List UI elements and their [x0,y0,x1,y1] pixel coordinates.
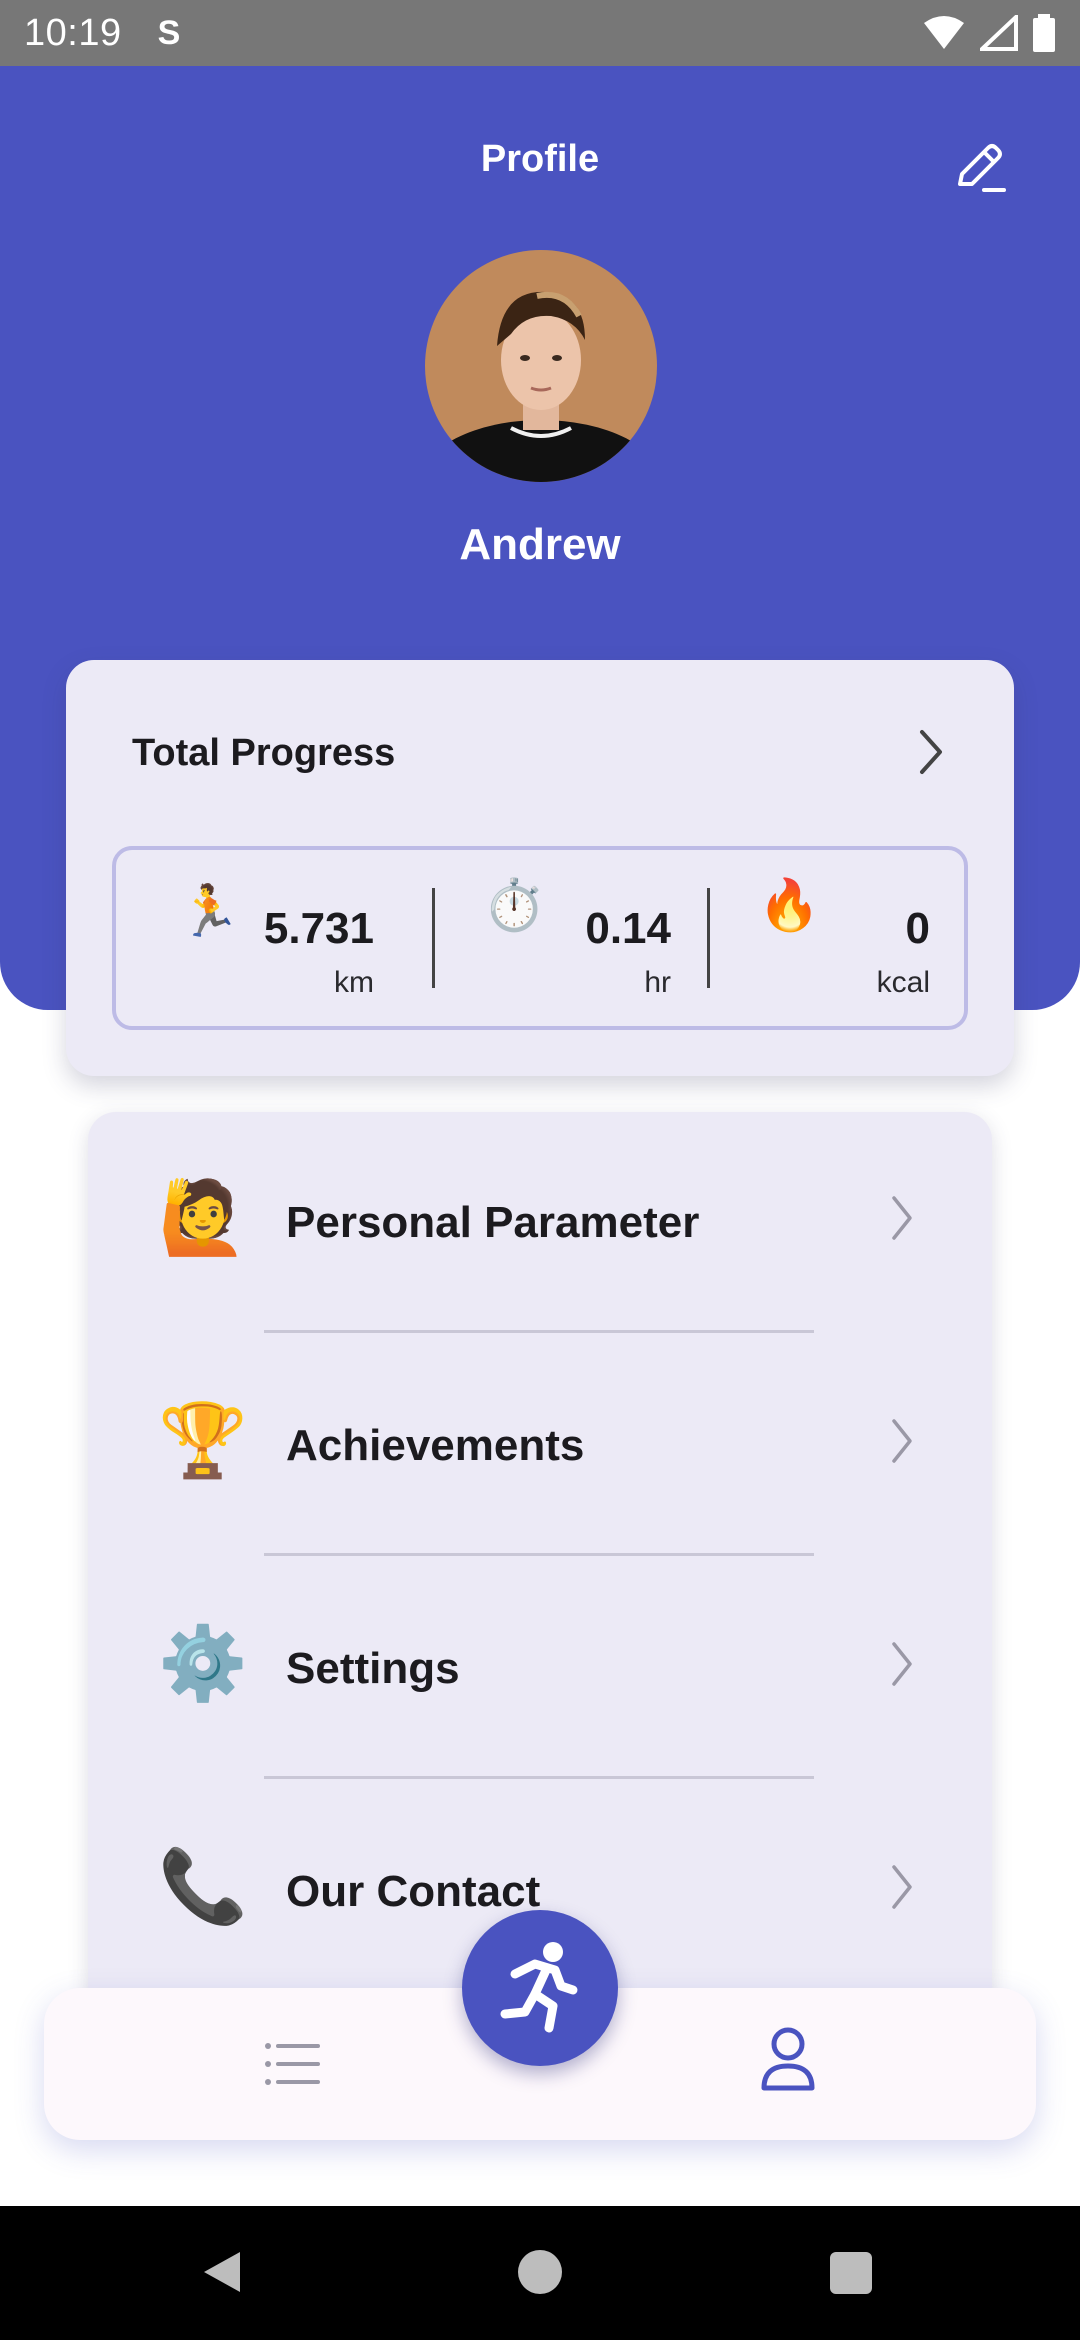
gear-icon: ⚙️ [158,1624,248,1704]
wifi-icon [924,16,964,49]
menu-item-achievements[interactable]: 🏆 Achievements [88,1349,992,1549]
stat-distance: 🏃 5.731 km [116,850,432,1026]
chevron-right-icon [892,1419,912,1463]
chevron-right-icon [892,1196,912,1240]
chevron-right-icon [892,1642,912,1686]
status-icons [922,14,1056,52]
menu-item-label: Achievements [286,1421,585,1470]
status-bar: 10:19 S [0,0,1080,66]
status-time: 10:19 [24,11,122,54]
profile-icon[interactable] [756,2024,820,2094]
home-icon[interactable] [518,2250,562,2294]
menu-item-settings[interactable]: ⚙️ Settings [88,1572,992,1772]
menu-card: 🙋 Personal Parameter 🏆 Achievements ⚙️ S… [88,1112,992,2012]
phone-icon: 📞 [158,1847,248,1927]
edit-icon[interactable] [950,138,1010,198]
stat-value: 0 [905,904,930,953]
start-run-button[interactable] [462,1910,618,2066]
stat-value: 5.731 [263,904,374,953]
total-progress-card[interactable]: Total Progress 🏃 5.731 km ⏱️ 0.14 hr 🔥 0… [66,660,1014,1076]
battery-icon [1033,14,1055,52]
list-icon[interactable] [260,2034,324,2094]
stat-unit: hr [644,966,671,999]
status-indicator-icon: S [157,13,181,52]
cell-signal-icon [980,15,1018,51]
system-navigation-bar [0,2206,1080,2340]
progress-title: Total Progress [132,732,396,774]
stat-unit: km [334,966,374,999]
person-raising-hand-icon: 🙋 [158,1178,248,1258]
stat-unit: kcal [876,966,930,999]
menu-item-personal-parameter[interactable]: 🙋 Personal Parameter [88,1126,992,1326]
stat-calories: 🔥 0 kcal [710,850,968,1026]
fire-icon: 🔥 [758,877,821,933]
stats-box: 🏃 5.731 km ⏱️ 0.14 hr 🔥 0 kcal [112,846,968,1030]
menu-item-label: Personal Parameter [286,1198,700,1247]
stat-duration: ⏱️ 0.14 hr [435,850,707,1026]
menu-divider [264,1330,814,1333]
back-icon[interactable] [200,2248,244,2296]
menu-item-label: Our Contact [286,1867,541,1916]
stat-value: 0.14 [585,904,671,953]
menu-item-label: Settings [286,1644,460,1693]
trophy-icon: 🏆 [158,1401,248,1481]
avatar [425,250,657,482]
menu-divider [264,1776,814,1779]
menu-divider [264,1553,814,1556]
chevron-right-icon [892,1865,912,1909]
running-fab-icon [500,1942,578,2033]
page-title: Profile [480,138,600,180]
chevron-right-icon[interactable] [906,722,954,782]
recent-apps-icon[interactable] [830,2252,872,2294]
user-name: Andrew [459,520,621,569]
runner-icon: 🏃 [178,883,241,939]
